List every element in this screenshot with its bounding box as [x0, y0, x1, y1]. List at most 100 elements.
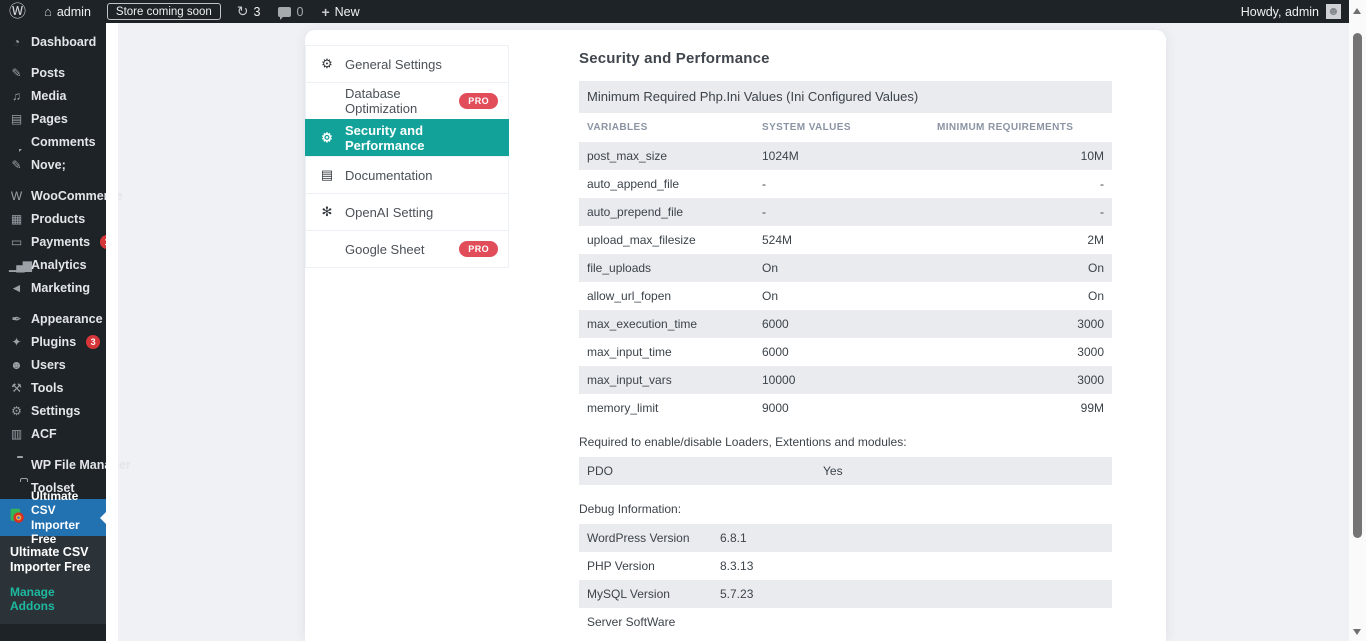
new-content-menu[interactable]: + New — [312, 0, 368, 23]
scrollbar-thumb[interactable] — [1353, 33, 1362, 538]
php-ini-table: post_max_size 1024M 10M auto_append_file… — [579, 142, 1112, 422]
manage-addons-link[interactable]: Manage Addons — [10, 585, 102, 613]
sidebar-item-appearance[interactable]: ✒ Appearance — [0, 307, 106, 330]
tab-openai-setting[interactable]: ✻ OpenAI Setting — [305, 193, 509, 231]
tools-icon: ⚒ — [9, 381, 24, 395]
folder-icon — [9, 458, 24, 472]
comment-bubble-icon — [278, 7, 291, 17]
site-name-menu[interactable]: ⌂ admin — [35, 0, 100, 23]
wp-logo-menu[interactable]: Ⓦ — [0, 0, 35, 23]
pushpin-icon: ✎ — [9, 66, 24, 80]
pro-badge: PRO — [459, 93, 498, 109]
new-label: New — [335, 5, 360, 19]
debug-information-title: Debug Information: — [579, 502, 1112, 516]
sidebar-item-pages[interactable]: ▤ Pages — [0, 107, 106, 130]
sidebar-item-settings[interactable]: ⚙ Settings — [0, 399, 106, 422]
woocommerce-icon: W — [9, 189, 24, 203]
sidebar-item-comments[interactable]: Comments — [0, 130, 106, 153]
settings-icon: ⚙ — [9, 404, 24, 418]
store-status-badge[interactable]: Store coming soon — [107, 3, 221, 20]
table-row: post_max_size 1024M 10M — [579, 142, 1112, 170]
table-row: PHP Version 8.3.13 — [579, 552, 1112, 580]
sidebar-item-ultimate-csv-importer[interactable]: Ultimate CSV Importer Free — [0, 499, 106, 536]
scroll-down-arrow[interactable] — [1353, 629, 1361, 635]
tab-documentation[interactable]: ▤ Documentation — [305, 156, 509, 194]
database-icon — [319, 94, 335, 109]
column-system-values: SYSTEM VALUES — [762, 122, 937, 133]
sidebar-item-wp-file-manager[interactable]: WP File Manager — [0, 453, 106, 476]
sidebar-item-tools[interactable]: ⚒ Tools — [0, 376, 106, 399]
comments-count: 0 — [296, 5, 303, 19]
briefcase-icon — [9, 481, 24, 495]
submenu-title[interactable]: Ultimate CSV Importer Free — [10, 545, 102, 575]
sidebar-item-products[interactable]: ▦ Products — [0, 207, 106, 230]
csv-importer-icon — [9, 508, 24, 527]
page-scrollbar[interactable] — [1349, 0, 1366, 641]
table-row: Server SoftWare — [579, 608, 1112, 636]
settings-nav: ⚙ General Settings Database Optimization… — [305, 45, 509, 268]
csv-importer-submenu: Ultimate CSV Importer Free Manage Addons — [0, 536, 106, 624]
document-icon: ▤ — [319, 167, 335, 183]
table-row: PDO Yes — [579, 457, 1112, 485]
column-variables: VARIABLES — [587, 122, 762, 133]
sidebar-item-woocommerce[interactable]: W WooCommerce — [0, 184, 106, 207]
gear-icon: ⚙ — [319, 130, 335, 146]
debug-table: WordPress Version 6.8.1 PHP Version 8.3.… — [579, 524, 1112, 636]
pro-badge: PRO — [459, 241, 498, 257]
sidebar-item-analytics[interactable]: ▁▄▆ Analytics — [0, 253, 106, 276]
tab-general-settings[interactable]: ⚙ General Settings — [305, 45, 509, 83]
updates-icon: ↻ — [237, 3, 249, 20]
settings-content: Security and Performance Minimum Require… — [579, 50, 1112, 636]
wordpress-logo-icon: Ⓦ — [9, 3, 26, 20]
tab-security-and-performance[interactable]: ⚙ Security and Performance — [305, 119, 509, 157]
users-icon: ☻ — [9, 358, 24, 372]
table-row: max_input_vars 10000 3000 — [579, 366, 1112, 394]
media-icon: ♫ — [9, 89, 24, 103]
gauge-icon: ◔ — [9, 35, 24, 49]
analytics-icon: ▁▄▆ — [9, 258, 24, 272]
openai-icon: ✻ — [319, 204, 335, 220]
database-icon — [319, 242, 335, 257]
avatar: ☻ — [1326, 4, 1341, 19]
site-name-label: admin — [57, 5, 91, 19]
sidebar-item-payments[interactable]: ▭ Payments 1 — [0, 230, 106, 253]
table-row: max_input_time 6000 3000 — [579, 338, 1112, 366]
collapse-menu-button[interactable]: ◄ Collapse Menu — [0, 637, 106, 641]
admin-bar: Ⓦ ⌂ admin Store coming soon ↻ 3 0 + New … — [0, 0, 1349, 23]
column-minimum-requirements: MINIMUM REQUIREMENTS — [937, 122, 1104, 133]
table-row: file_uploads On On — [579, 254, 1112, 282]
plugins-badge: 3 — [86, 335, 100, 349]
sidebar-item-media[interactable]: ♫ Media — [0, 84, 106, 107]
updates-menu[interactable]: ↻ 3 — [228, 0, 270, 23]
sidebar-item-nove[interactable]: ✎ Nove; — [0, 153, 106, 176]
tab-google-sheet[interactable]: Google Sheet PRO — [305, 230, 509, 268]
home-icon: ⌂ — [44, 4, 52, 19]
acf-icon: ▥ — [9, 427, 24, 441]
page-title: Security and Performance — [579, 50, 1112, 67]
php-ini-column-headers: VARIABLES SYSTEM VALUES MINIMUM REQUIREM… — [579, 113, 1112, 142]
settings-card: ⚙ General Settings Database Optimization… — [305, 30, 1166, 641]
sidebar-item-marketing[interactable]: ◄ Marketing — [0, 276, 106, 299]
gear-icon: ⚙ — [319, 56, 335, 72]
sidebar-content-divider — [106, 23, 118, 641]
php-ini-section-header: Minimum Required Php.Ini Values (Ini Con… — [579, 81, 1112, 113]
sidebar-item-users[interactable]: ☻ Users — [0, 353, 106, 376]
megaphone-icon: ◄ — [9, 281, 24, 295]
brush-icon: ✒ — [9, 312, 24, 326]
comments-menu[interactable]: 0 — [269, 0, 312, 23]
sidebar-item-dashboard[interactable]: ◔ Dashboard — [0, 30, 106, 53]
pages-icon: ▤ — [9, 112, 24, 126]
sidebar-item-posts[interactable]: ✎ Posts — [0, 61, 106, 84]
plus-icon: + — [321, 4, 329, 20]
comment-bubble-icon — [9, 135, 24, 149]
loaders-note: Required to enable/disable Loaders, Exte… — [579, 435, 1112, 449]
table-row: WordPress Version 6.8.1 — [579, 524, 1112, 552]
table-row: auto_prepend_file - - — [579, 198, 1112, 226]
sidebar-item-acf[interactable]: ▥ ACF — [0, 422, 106, 445]
account-menu[interactable]: Howdy, admin ☻ — [1241, 4, 1349, 19]
sidebar-item-plugins[interactable]: ✦ Plugins 3 — [0, 330, 106, 353]
howdy-label: Howdy, admin — [1241, 5, 1319, 19]
table-row: allow_url_fopen On On — [579, 282, 1112, 310]
scroll-up-arrow[interactable] — [1353, 8, 1361, 14]
tab-database-optimization[interactable]: Database Optimization PRO — [305, 82, 509, 120]
